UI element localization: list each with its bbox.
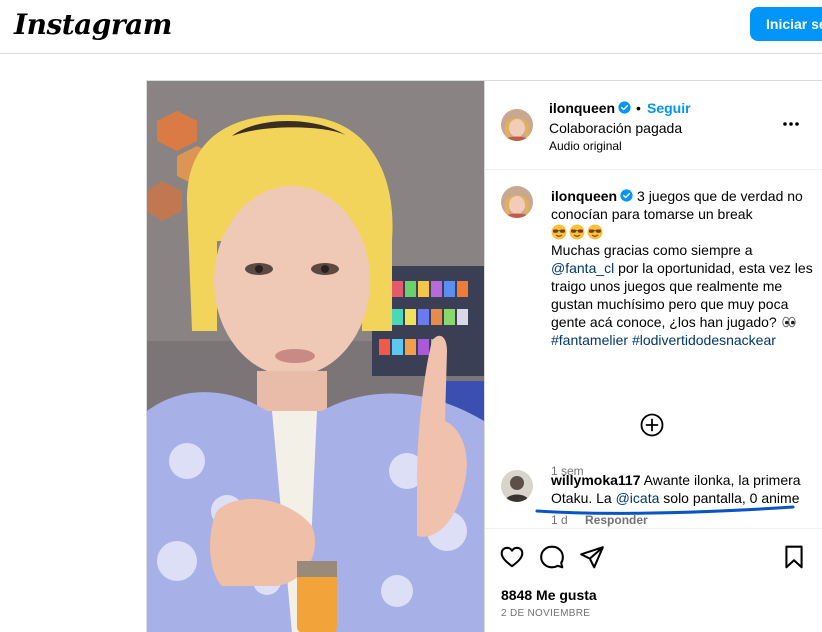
sunglasses-emoji-row (551, 223, 813, 241)
comment-icon[interactable] (539, 544, 565, 570)
author-username[interactable]: ilonqueen (549, 100, 631, 116)
post-sidebar: ilonqueen • Seguir Colaboración pagada A… (484, 81, 822, 632)
audio-label[interactable]: Audio original (549, 139, 622, 153)
comment-timestamp[interactable]: 1 d (551, 513, 568, 527)
likes-count[interactable]: 8848 Me gusta (501, 587, 597, 603)
sunglasses-emoji-icon (569, 224, 585, 240)
comment-meta: 1 d Responder (551, 513, 648, 527)
verified-icon (618, 101, 631, 114)
action-bar: 8848 Me gusta 2 DE NOVIEMBRE (485, 528, 822, 632)
share-icon[interactable] (579, 544, 605, 570)
top-bar: Instagram Iniciar sesión (0, 0, 822, 54)
follow-button[interactable]: Seguir (647, 100, 691, 116)
sunglasses-emoji-icon (551, 224, 567, 240)
hashtag-link[interactable]: #fantamelier (551, 332, 628, 348)
commenter-avatar[interactable] (501, 470, 533, 502)
reply-button[interactable]: Responder (585, 513, 648, 527)
video-media[interactable] (147, 81, 484, 632)
caption-text-a: Muchas gracias como siempre a (551, 242, 753, 258)
login-button[interactable]: Iniciar sesión (750, 7, 822, 41)
hashtag-link[interactable]: #lodivertidodesnackear (632, 332, 776, 348)
verified-icon (620, 189, 633, 202)
post-header: ilonqueen • Seguir Colaboración pagada A… (485, 81, 822, 170)
bookmark-icon[interactable] (781, 544, 807, 570)
caption-avatar[interactable] (501, 186, 533, 218)
caption-text: ilonqueen 3 juegos que de verdad no cono… (551, 187, 813, 349)
commenter-username[interactable]: willymoka117 (551, 472, 641, 488)
author-avatar[interactable] (501, 109, 533, 141)
sunglasses-emoji-icon (587, 224, 603, 240)
eyes-emoji-icon (782, 316, 796, 328)
paid-partnership-label[interactable]: Colaboración pagada (549, 120, 682, 136)
post-date[interactable]: 2 DE NOVIEMBRE (501, 608, 590, 619)
separator-dot: • (636, 100, 641, 116)
plus-circle-icon[interactable] (640, 413, 664, 437)
author-username-text[interactable]: ilonqueen (549, 100, 615, 116)
more-options-icon[interactable] (781, 114, 801, 134)
heart-icon[interactable] (499, 544, 525, 570)
post-container: ilonqueen • Seguir Colaboración pagada A… (146, 80, 822, 632)
video-frame-illustration (147, 81, 484, 632)
caption-username[interactable]: ilonqueen (551, 188, 617, 204)
mention-link[interactable]: @fanta_cl (551, 260, 614, 276)
instagram-logo[interactable]: Instagram (14, 8, 172, 41)
